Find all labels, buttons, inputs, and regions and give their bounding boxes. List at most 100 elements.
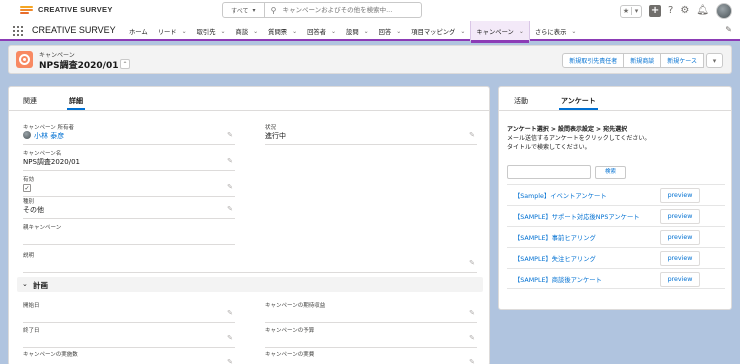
app-logo[interactable]: CREATIVE SURVEY <box>20 5 113 14</box>
owner-name-link[interactable]: 小林 泰彦 <box>34 132 64 140</box>
preview-button[interactable]: preview <box>660 230 700 245</box>
pencil-icon[interactable]: ✎ <box>227 157 233 165</box>
tab-details[interactable]: 詳細 <box>67 96 85 110</box>
star-icon[interactable]: ★ <box>621 7 631 15</box>
field-type: 種別 その他 ✎ <box>23 197 235 219</box>
header-utility-icons: ★ ▾ + ? ⚙ 🔔︎ <box>620 3 732 19</box>
chevron-down-icon[interactable]: ⌄ <box>253 28 258 35</box>
survey-link[interactable]: 【SAMPLE】商談後アンケート <box>514 275 602 284</box>
field-label: キャンペーンの予算 <box>265 328 315 334</box>
field-num-sent: キャンペーンの実施数 ✎ <box>23 350 235 364</box>
chevron-down-icon[interactable]: ⌄ <box>292 28 297 35</box>
field-end-date: 終了日 ✎ <box>23 326 235 348</box>
pencil-icon[interactable]: ✎ <box>227 334 233 342</box>
nav-item-label: 設問 <box>346 28 359 36</box>
nav-item[interactable]: 項目マッピング ⌄ <box>406 21 470 41</box>
chevron-down-icon[interactable]: ⌄ <box>571 28 576 35</box>
preview-button[interactable]: preview <box>660 188 700 203</box>
follow-button[interactable]: ⌃ <box>120 59 130 69</box>
chevron-down-icon[interactable]: ⌄ <box>396 28 401 35</box>
nav-item[interactable]: 設問 ⌄ <box>341 21 374 41</box>
global-actions-plus-icon[interactable]: + <box>649 5 662 17</box>
edit-nav-pencil-icon[interactable]: ✎ <box>725 25 732 34</box>
chevron-down-icon[interactable]: ⌄ <box>364 28 369 35</box>
field-expected-revenue: キャンペーンの期待収益 ✎ <box>265 301 477 323</box>
avatar <box>23 131 31 139</box>
nav-item[interactable]: 取引先 ⌄ <box>192 21 231 41</box>
tab-activity[interactable]: 活動 <box>514 96 528 106</box>
pencil-icon[interactable]: ✎ <box>469 131 475 139</box>
app-launcher-icon[interactable] <box>13 26 23 36</box>
owner-value[interactable]: 小林 泰彦 <box>23 131 64 141</box>
search-scope-dropdown[interactable]: すべて ▾ <box>223 3 265 17</box>
survey-link[interactable]: 【SAMPLE】失注ヒアリング <box>514 254 596 263</box>
list-item: 【SAMPLE】商談後アンケート preview <box>507 268 725 289</box>
survey-link[interactable]: 【Sample】イベントアンケート <box>514 191 607 200</box>
survey-link[interactable]: 【SAMPLE】事前ヒアリング <box>514 233 596 242</box>
nav-item[interactable]: ホーム <box>124 21 153 41</box>
field-label: 状況 <box>265 125 277 131</box>
pencil-icon[interactable]: ✎ <box>227 131 233 139</box>
field-label: 説明 <box>23 253 35 259</box>
new-case-button[interactable]: 新規ケース <box>660 53 704 68</box>
new-opportunity-button[interactable]: 新規商談 <box>623 53 662 68</box>
survey-search-button[interactable]: 検索 <box>595 166 626 179</box>
field-campaign-name: キャンペーン名 NPS調査2020/01 ✎ <box>23 149 235 171</box>
chevron-down-icon[interactable]: ⌄ <box>182 28 187 35</box>
chevron-down-icon[interactable]: ▾ <box>631 7 641 15</box>
field-value: 進行中 <box>265 132 286 140</box>
survey-list: 【Sample】イベントアンケート preview 【SAMPLE】サポート対応後N… <box>507 184 725 289</box>
app-name: CREATIVE SURVEY <box>32 25 116 35</box>
nav-item-label: キャンペーン <box>476 28 514 36</box>
nav-item[interactable]: 質問票 ⌄ <box>263 21 302 41</box>
search-icon: ⚲ <box>270 5 277 15</box>
pencil-icon[interactable]: ✎ <box>469 334 475 342</box>
survey-instruction-text: タイトルで検索してください。 <box>507 144 591 151</box>
chevron-down-icon: ⌄ <box>22 280 28 288</box>
plan-section-header[interactable]: ⌄ 計画 <box>17 277 483 292</box>
gear-icon[interactable]: ⚙ <box>680 4 689 18</box>
nav-item[interactable]: 回答者 ⌄ <box>302 21 341 41</box>
pencil-icon[interactable]: ✎ <box>469 259 475 267</box>
preview-button[interactable]: preview <box>660 251 700 266</box>
preview-button[interactable]: preview <box>660 272 700 287</box>
pencil-icon[interactable]: ✎ <box>227 358 233 364</box>
chevron-down-icon[interactable]: ⌄ <box>221 28 226 35</box>
pencil-icon[interactable]: ✎ <box>469 309 475 317</box>
pencil-icon[interactable]: ✎ <box>469 358 475 364</box>
chevron-down-icon[interactable]: ⌄ <box>331 28 336 35</box>
nav-item[interactable]: リード ⌄ <box>153 21 192 41</box>
survey-search-input[interactable] <box>507 165 591 179</box>
search-input[interactable] <box>282 6 421 14</box>
preview-button[interactable]: preview <box>660 209 700 224</box>
chevron-down-icon[interactable]: ⌄ <box>519 28 524 35</box>
pencil-icon[interactable]: ✎ <box>227 205 233 213</box>
user-avatar[interactable] <box>716 3 732 19</box>
bell-icon[interactable]: 🔔︎ <box>696 4 709 18</box>
tab-related[interactable]: 関連 <box>23 96 37 106</box>
more-actions-chevron-icon[interactable]: ▾ <box>706 53 723 68</box>
survey-steps: アンケート選択 > 設問表示設定 > 宛先選択 <box>507 126 628 133</box>
nav-item-label: ホーム <box>129 28 148 36</box>
field-label: キャンペーンの期待収益 <box>265 303 326 309</box>
pencil-icon[interactable]: ✎ <box>227 183 233 191</box>
nav-item[interactable]: さらに表示 ⌄ <box>530 21 582 41</box>
field-budget: キャンペーンの予算 ✎ <box>265 326 477 348</box>
survey-link[interactable]: 【SAMPLE】サポート対応後NPSアンケート <box>514 212 640 221</box>
activity-tabs: 活動 アンケート <box>499 87 731 111</box>
nav-item-label: 回答者 <box>307 28 326 36</box>
nav-item[interactable]: キャンペーン ⌄ <box>470 21 530 43</box>
nav-item[interactable]: 回答 ⌄ <box>374 21 407 41</box>
field-label: 終了日 <box>23 328 40 334</box>
pencil-icon[interactable]: ✎ <box>227 309 233 317</box>
list-item: 【SAMPLE】失注ヒアリング preview <box>507 247 725 268</box>
tab-survey[interactable]: アンケート <box>559 96 598 110</box>
nav-item[interactable]: 商談 ⌄ <box>231 21 264 41</box>
field-value: NPS調査2020/01 <box>23 158 80 166</box>
nav-item-label: 取引先 <box>196 28 216 36</box>
help-icon[interactable]: ? <box>668 4 673 18</box>
field-label: キャンペーンの実施数 <box>23 352 78 358</box>
chevron-down-icon[interactable]: ⌄ <box>460 28 465 35</box>
survey-card: 活動 アンケート アンケート選択 > 設問表示設定 > 宛先選択 メール送信する… <box>498 86 732 310</box>
new-contact-button[interactable]: 新規取引先責任者 <box>562 53 625 68</box>
